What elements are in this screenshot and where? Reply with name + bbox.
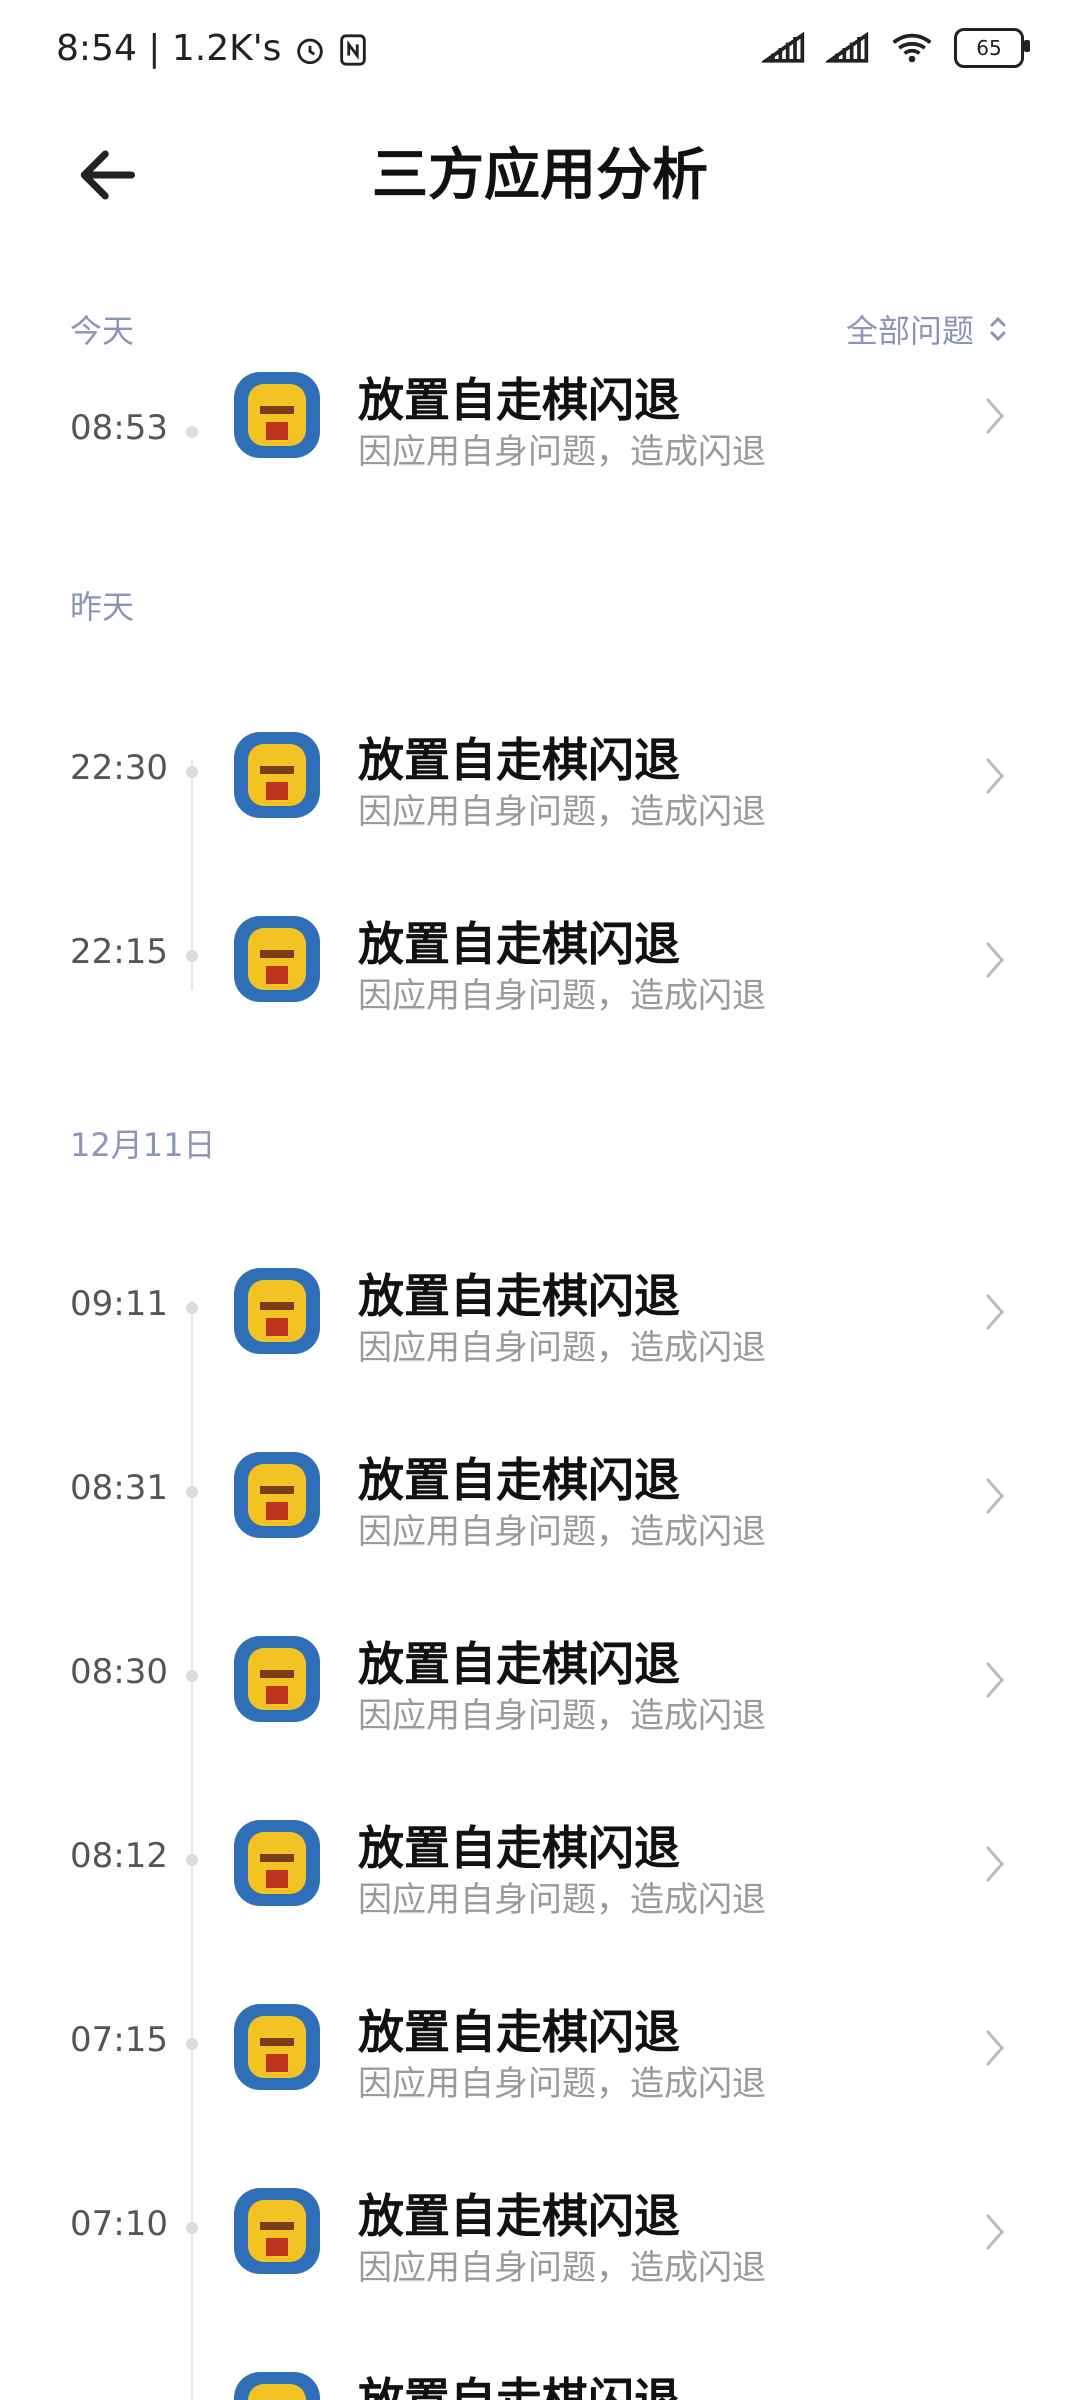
wifi-icon <box>892 33 932 63</box>
list-item[interactable]: 08:12 放置自走棋闪退 因应用自身问题，造成闪退 <box>0 1772 1080 1956</box>
item-subtitle: 因应用自身问题，造成闪退 <box>358 1880 766 1920</box>
chevron-right-icon <box>986 1662 1004 1698</box>
item-subtitle: 因应用自身问题，造成闪退 <box>358 1328 766 1368</box>
item-time: 08:31 <box>70 1468 168 1508</box>
item-time: 07:10 <box>70 2204 168 2244</box>
app-icon <box>234 1636 320 1722</box>
app-icon <box>234 916 320 1002</box>
timeline-dot <box>186 1670 198 1682</box>
item-time: 22:15 <box>70 932 168 972</box>
item-subtitle: 因应用自身问题，造成闪退 <box>358 2064 766 2104</box>
item-title: 放置自走棋闪退 <box>358 2373 680 2400</box>
section-today: 今天 <box>70 312 135 350</box>
item-time: 22:30 <box>70 748 168 788</box>
list-item[interactable]: 08:53 放置自走棋闪退 因应用自身问题，造成闪退 <box>0 364 1080 484</box>
timeline-dot <box>186 766 198 778</box>
app-icon <box>234 372 320 458</box>
app-icon <box>234 2188 320 2274</box>
timeline-dot <box>186 1854 198 1866</box>
list-item[interactable]: 放置自走棋闪退 <box>0 2324 1080 2400</box>
item-subtitle: 因应用自身问题，造成闪退 <box>358 1696 766 1736</box>
item-title: 放置自走棋闪退 <box>358 1453 680 1507</box>
item-time: 08:12 <box>70 1836 168 1876</box>
chevron-right-icon <box>986 398 1004 434</box>
app-icon <box>234 732 320 818</box>
item-title: 放置自走棋闪退 <box>358 1637 680 1691</box>
item-title: 放置自走棋闪退 <box>358 2005 680 2059</box>
list-item[interactable]: 09:11 放置自走棋闪退 因应用自身问题，造成闪退 <box>0 1220 1080 1404</box>
filter-label: 全部问题 <box>845 312 974 350</box>
item-title: 放置自走棋闪退 <box>358 1821 680 1875</box>
chevron-right-icon <box>986 758 1004 794</box>
list-item[interactable]: 22:15 放置自走棋闪退 因应用自身问题，造成闪退 <box>0 868 1080 1052</box>
item-title: 放置自走棋闪退 <box>358 2189 680 2243</box>
list-item[interactable]: 08:30 放置自走棋闪退 因应用自身问题，造成闪退 <box>0 1588 1080 1772</box>
timeline-dot <box>186 950 198 962</box>
nfc-icon <box>340 34 367 66</box>
app-icon <box>234 1452 320 1538</box>
list-item[interactable]: 22:30 放置自走棋闪退 因应用自身问题，造成闪退 <box>0 684 1080 868</box>
network-speed: | 1.2K's <box>148 28 282 69</box>
battery-icon: 65 <box>954 28 1030 68</box>
chevron-right-icon <box>986 2214 1004 2250</box>
page-title: 三方应用分析 <box>372 143 708 208</box>
chevron-right-icon <box>986 1294 1004 1330</box>
item-subtitle: 因应用自身问题，造成闪退 <box>358 976 766 1016</box>
signal-icon <box>762 31 805 63</box>
item-time: 08:53 <box>70 408 168 448</box>
sort-updown-icon <box>990 316 1006 342</box>
item-time: 09:11 <box>70 1284 168 1324</box>
item-time: 07:15 <box>70 2020 168 2060</box>
app-header: 三方应用分析 <box>0 100 1080 250</box>
timeline-dot <box>186 1302 198 1314</box>
clock-text: 8:54 <box>56 28 137 69</box>
app-icon <box>234 2004 320 2090</box>
item-title: 放置自走棋闪退 <box>358 733 680 787</box>
item-title: 放置自走棋闪退 <box>358 917 680 971</box>
list-item[interactable]: 08:31 放置自走棋闪退 因应用自身问题，造成闪退 <box>0 1404 1080 1588</box>
signal-icon-2 <box>826 31 869 63</box>
app-icon <box>234 1820 320 1906</box>
timeline-dot <box>186 2038 198 2050</box>
status-time: 8:54 | 1.2K's <box>56 28 368 69</box>
item-time: 08:30 <box>70 1652 168 1692</box>
timeline-dot <box>186 1486 198 1498</box>
filter-dropdown[interactable]: 全部问题 <box>846 306 1010 352</box>
app-icon <box>234 1268 320 1354</box>
app-icon <box>234 2372 320 2400</box>
section-yesterday: 昨天 <box>70 588 135 626</box>
timeline-dot <box>186 426 198 438</box>
section-date: 12月11日 <box>70 1126 216 1164</box>
timeline-dot <box>186 2222 198 2234</box>
item-subtitle: 因应用自身问题，造成闪退 <box>358 432 766 472</box>
item-subtitle: 因应用自身问题，造成闪退 <box>358 792 766 832</box>
item-title: 放置自走棋闪退 <box>358 1269 680 1323</box>
alarm-icon <box>297 38 323 65</box>
chevron-right-icon <box>986 1846 1004 1882</box>
chevron-right-icon <box>986 942 1004 978</box>
status-bar: 8:54 | 1.2K's 65 <box>0 0 1080 100</box>
list-item[interactable]: 07:10 放置自走棋闪退 因应用自身问题，造成闪退 <box>0 2140 1080 2324</box>
item-subtitle: 因应用自身问题，造成闪退 <box>358 1512 766 1552</box>
chevron-right-icon <box>986 1478 1004 1514</box>
chevron-right-icon <box>986 2030 1004 2066</box>
item-subtitle: 因应用自身问题，造成闪退 <box>358 2248 766 2288</box>
item-title: 放置自走棋闪退 <box>358 373 680 427</box>
list-item[interactable]: 07:15 放置自走棋闪退 因应用自身问题，造成闪退 <box>0 1956 1080 2140</box>
